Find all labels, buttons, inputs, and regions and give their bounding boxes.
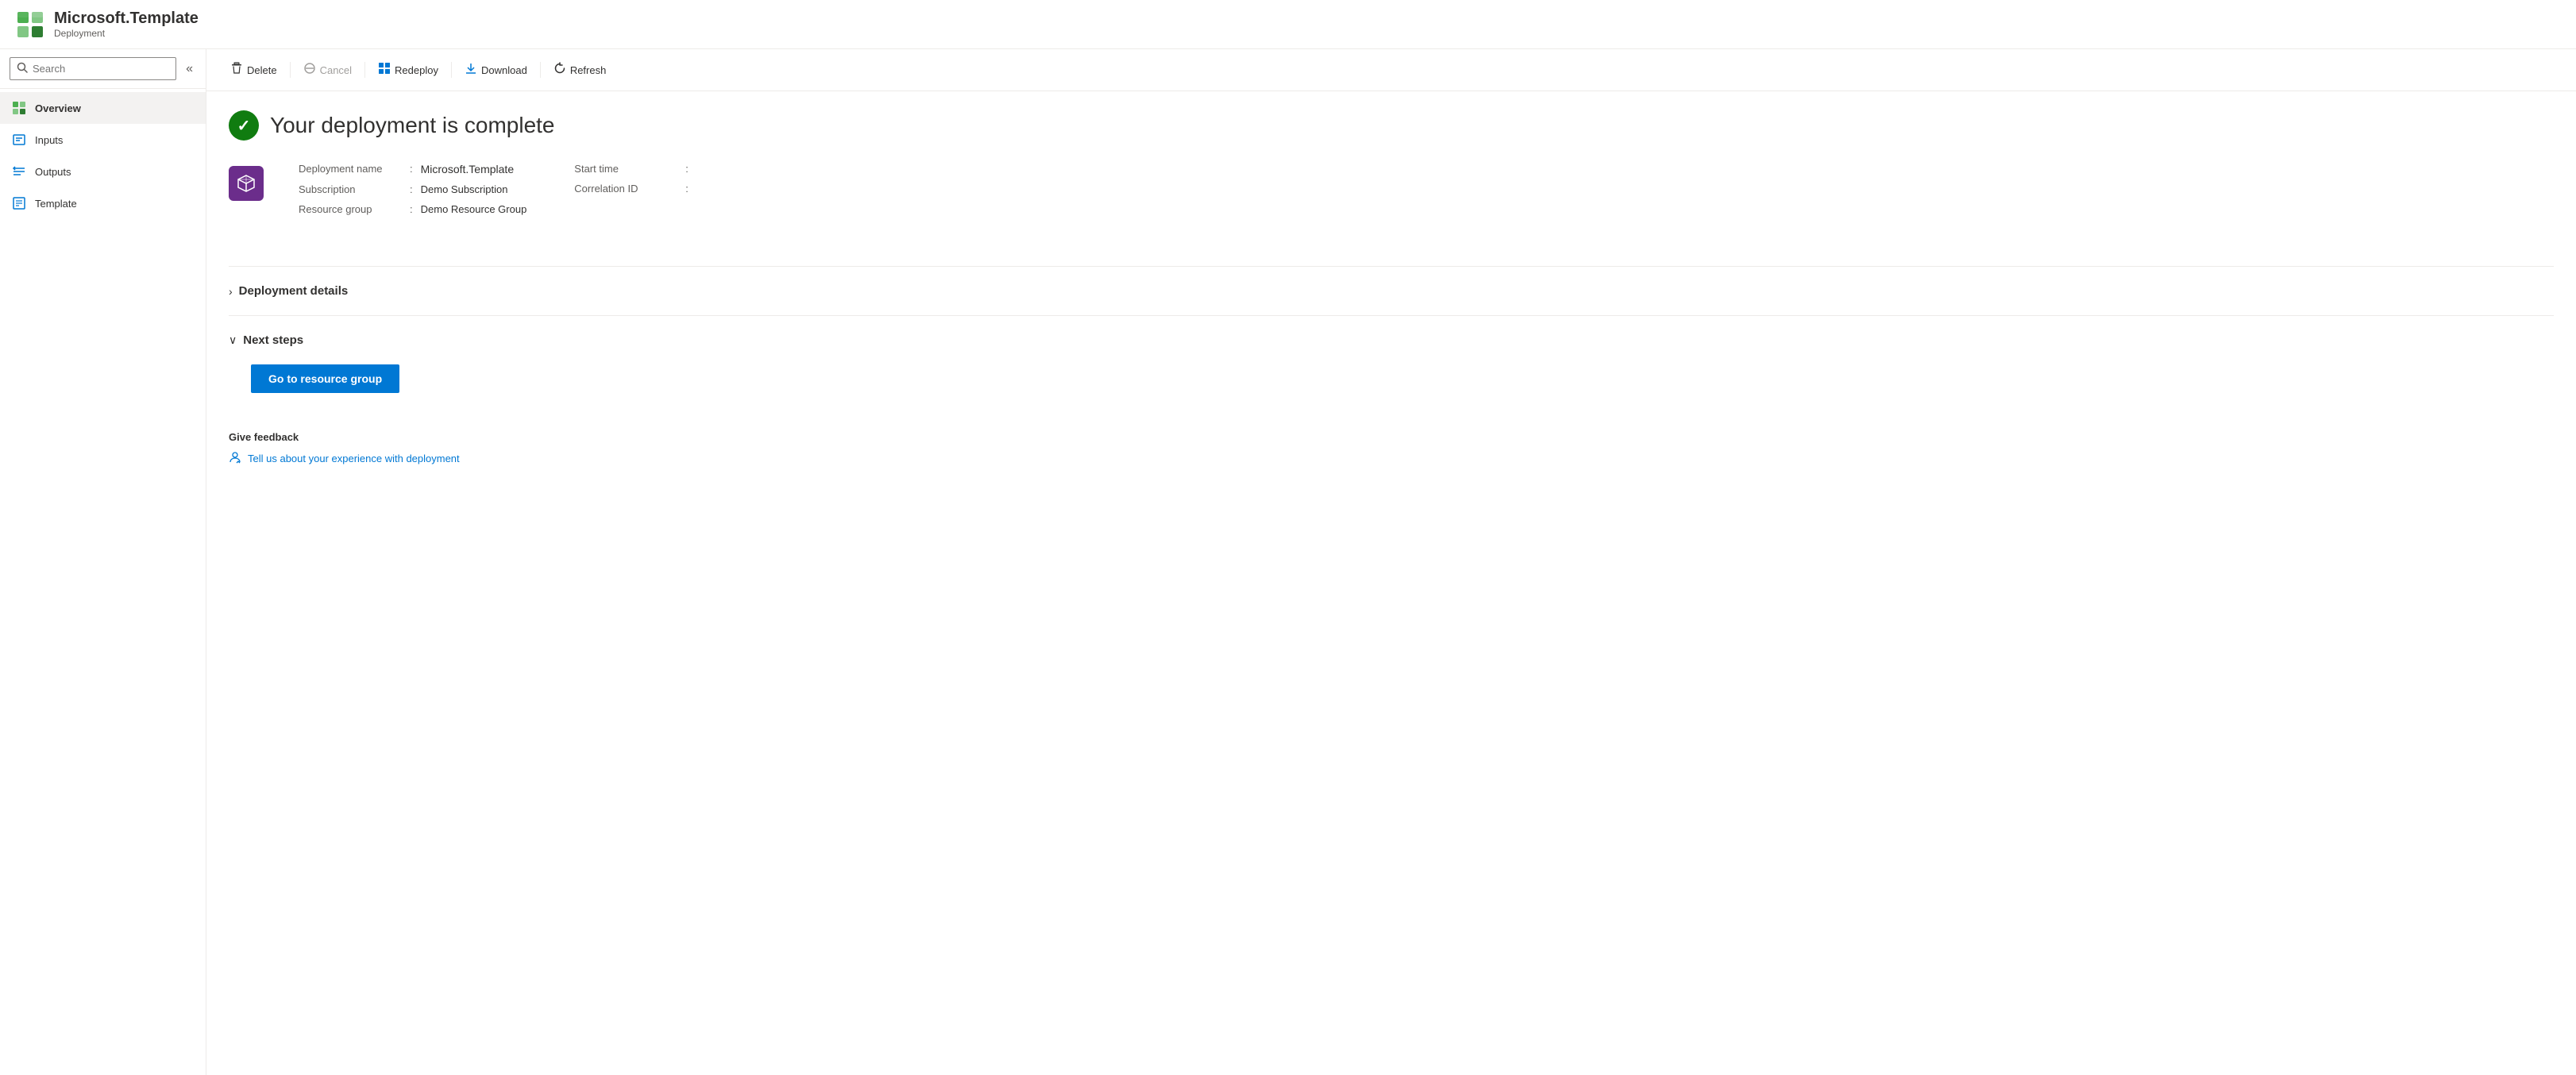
sidebar-nav: Overview Inputs <box>0 89 206 222</box>
deployment-name-label: Deployment name <box>299 163 410 175</box>
feedback-title: Give feedback <box>229 431 2554 443</box>
resource-group-sep: : <box>410 203 413 215</box>
next-steps-title: Next steps <box>243 333 303 347</box>
sidebar: « Overview <box>0 49 206 1075</box>
correlation-id-sep: : <box>685 183 688 195</box>
inputs-icon <box>11 132 27 148</box>
search-input[interactable] <box>33 63 169 75</box>
feedback-link[interactable]: Tell us about your experience with deplo… <box>229 451 2554 466</box>
toolbar-divider-1 <box>290 62 291 78</box>
resource-group-row: Resource group : Demo Resource Group <box>299 203 526 215</box>
redeploy-button[interactable]: Redeploy <box>370 57 446 83</box>
deployment-details-section: › Deployment details <box>229 276 2554 306</box>
toolbar: Delete Cancel <box>206 49 2576 91</box>
toolbar-divider-2 <box>364 62 365 78</box>
download-label: Download <box>481 64 527 76</box>
deployment-name-sep: : <box>410 163 413 175</box>
refresh-label: Refresh <box>570 64 607 76</box>
info-column-right: Start time : Correlation ID : <box>574 163 696 215</box>
delete-label: Delete <box>247 64 277 76</box>
azure-logo-icon <box>16 10 44 39</box>
outputs-icon <box>11 164 27 179</box>
subscription-value: Demo Subscription <box>421 183 508 195</box>
feedback-link-text: Tell us about your experience with deplo… <box>248 453 460 464</box>
header-title: Microsoft.Template <box>54 10 199 28</box>
deployment-title: Your deployment is complete <box>270 113 555 138</box>
cancel-icon <box>303 62 316 78</box>
sidebar-item-inputs-label: Inputs <box>35 134 63 146</box>
start-time-sep: : <box>685 163 688 175</box>
redeploy-icon <box>378 62 391 78</box>
delete-icon <box>230 62 243 78</box>
sidebar-item-inputs[interactable]: Inputs <box>0 124 206 156</box>
sidebar-item-outputs[interactable]: Outputs <box>0 156 206 187</box>
deployment-details-chevron-icon: › <box>229 285 233 298</box>
next-steps-section: ∨ Next steps Go to resource group <box>229 326 2554 403</box>
cancel-button[interactable]: Cancel <box>295 57 360 83</box>
resource-group-value: Demo Resource Group <box>421 203 527 215</box>
sidebar-item-overview[interactable]: Overview <box>0 92 206 124</box>
info-column-left: Deployment name : Microsoft.Template Sub… <box>299 163 526 215</box>
start-time-row: Start time : <box>574 163 696 175</box>
go-to-resource-group-button[interactable]: Go to resource group <box>251 364 399 393</box>
subscription-sep: : <box>410 183 413 195</box>
section-divider-2 <box>229 315 2554 316</box>
subscription-label: Subscription <box>299 183 410 195</box>
template-icon <box>11 195 27 211</box>
start-time-label: Start time <box>574 163 685 175</box>
deployment-name-value: Microsoft.Template <box>421 163 514 175</box>
search-box-wrapper <box>10 57 176 80</box>
refresh-button[interactable]: Refresh <box>546 57 615 83</box>
refresh-icon <box>553 62 566 78</box>
download-button[interactable]: Download <box>457 57 535 83</box>
success-icon: ✓ <box>229 110 259 141</box>
sidebar-item-overview-label: Overview <box>35 102 81 114</box>
sidebar-item-template[interactable]: Template <box>0 187 206 219</box>
collapse-sidebar-button[interactable]: « <box>183 59 196 79</box>
feedback-person-icon <box>229 451 241 466</box>
header-subtitle: Deployment <box>54 28 199 39</box>
cancel-label: Cancel <box>320 64 352 76</box>
delete-button[interactable]: Delete <box>222 57 285 83</box>
deployment-info: Deployment name : Microsoft.Template Sub… <box>299 163 696 215</box>
next-steps-content: Go to resource group <box>229 355 2554 403</box>
feedback-section: Give feedback Tell us about your experie… <box>229 425 2554 466</box>
app-container: Microsoft.Template Deployment « <box>0 0 2576 1075</box>
toolbar-divider-4 <box>540 62 541 78</box>
toolbar-divider-3 <box>451 62 452 78</box>
correlation-id-row: Correlation ID : <box>574 183 696 195</box>
header-title-group: Microsoft.Template Deployment <box>54 10 199 39</box>
deployment-complete-header: ✓ Your deployment is complete <box>229 110 2554 141</box>
sidebar-item-outputs-label: Outputs <box>35 166 71 178</box>
sidebar-item-template-label: Template <box>35 198 77 210</box>
subscription-row: Subscription : Demo Subscription <box>299 183 526 195</box>
download-icon <box>465 62 477 78</box>
cube-icon <box>11 100 27 116</box>
page-header: Microsoft.Template Deployment <box>0 0 2576 49</box>
search-container: « <box>0 49 206 89</box>
main-content: Delete Cancel <box>206 49 2576 1075</box>
deployment-details-title: Deployment details <box>239 284 349 298</box>
deployment-details-header[interactable]: › Deployment details <box>229 276 2554 306</box>
section-divider-1 <box>229 266 2554 267</box>
checkmark-icon: ✓ <box>237 116 251 136</box>
page-content: ✓ Your deployment is complete <box>206 91 2576 485</box>
deployment-badge-icon <box>229 166 264 201</box>
next-steps-chevron-icon: ∨ <box>229 333 237 347</box>
next-steps-header[interactable]: ∨ Next steps <box>229 326 2554 355</box>
search-icon <box>17 62 28 75</box>
deployment-name-row: Deployment name : Microsoft.Template <box>299 163 526 175</box>
redeploy-label: Redeploy <box>395 64 438 76</box>
resource-group-label: Resource group <box>299 203 410 215</box>
correlation-id-label: Correlation ID <box>574 183 685 195</box>
main-layout: « Overview <box>0 49 2576 1075</box>
